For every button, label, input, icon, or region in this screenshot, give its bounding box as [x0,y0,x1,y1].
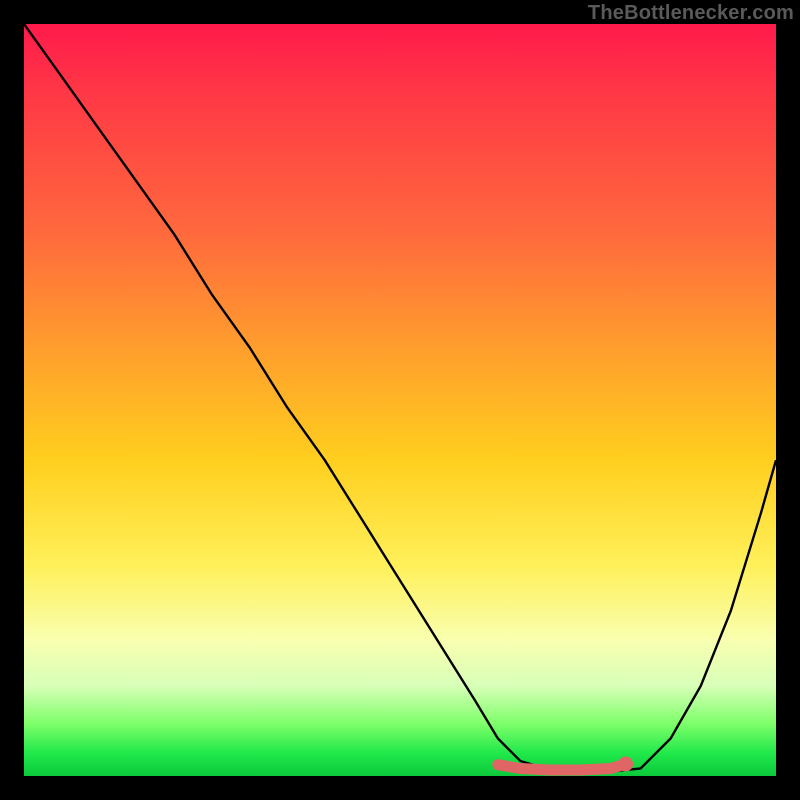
highlight-endpoint-dot [618,757,633,772]
chart-frame [24,24,776,776]
chart-svg [24,24,776,776]
attribution-text: TheBottlenecker.com [588,2,794,25]
highlight-segment [498,764,626,770]
curve-line [24,24,776,772]
